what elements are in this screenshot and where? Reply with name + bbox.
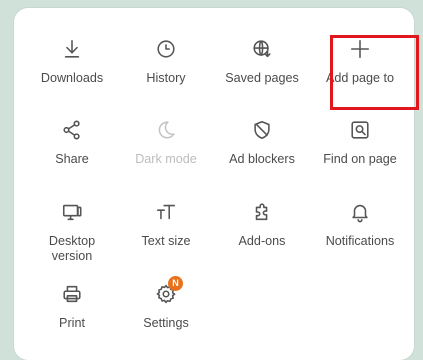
desktop-icon xyxy=(62,204,82,221)
menu-item-label: Dark mode xyxy=(135,152,197,166)
menu-item-history[interactable]: History xyxy=(120,38,212,86)
menu-item-find-on-page[interactable]: Find on page xyxy=(314,119,406,167)
more-menu-panel: Downloads History Saved pages Add page t… xyxy=(14,8,419,360)
share-icon xyxy=(63,120,80,140)
text-size-icon xyxy=(156,204,176,220)
menu-item-add-ons[interactable]: Add-ons xyxy=(216,201,308,249)
puzzle-icon xyxy=(255,203,268,221)
new-badge: N xyxy=(168,276,183,291)
moon-icon xyxy=(158,121,175,139)
menu-item-label: Print xyxy=(59,316,85,330)
menu-item-share[interactable]: Share xyxy=(26,119,118,167)
menu-item-label: Desktop version xyxy=(48,234,96,263)
download-icon xyxy=(64,39,80,58)
menu-item-desktop-version[interactable]: Desktop version xyxy=(26,201,118,264)
highlight-box xyxy=(330,35,419,110)
settings-icon-wrap: N xyxy=(155,276,183,305)
menu-item-downloads[interactable]: Downloads xyxy=(26,38,118,86)
menu-item-saved-pages[interactable]: Saved pages xyxy=(216,38,308,86)
menu-item-label: Settings xyxy=(143,316,189,330)
menu-item-label: Downloads xyxy=(40,71,104,85)
menu-item-text-size[interactable]: Text size xyxy=(120,201,212,249)
shield-icon xyxy=(254,120,270,140)
clock-icon xyxy=(157,40,175,58)
menu-item-label: Saved pages xyxy=(225,71,299,85)
menu-item-label: Notifications xyxy=(325,234,395,248)
menu-item-dark-mode[interactable]: Dark mode xyxy=(120,119,212,167)
menu-item-label: Ad blockers xyxy=(229,152,295,166)
printer-icon xyxy=(63,285,81,303)
menu-item-label: Add-ons xyxy=(238,234,286,248)
menu-item-label: History xyxy=(146,71,186,85)
menu-item-label: Text size xyxy=(141,234,191,248)
menu-item-label: Find on page xyxy=(323,152,397,166)
globe-download-icon xyxy=(253,40,271,58)
menu-item-notifications[interactable]: Notifications xyxy=(314,201,406,249)
bell-icon xyxy=(352,204,368,223)
menu-item-ad-blockers[interactable]: Ad blockers xyxy=(216,119,308,167)
find-on-page-icon xyxy=(351,121,369,139)
menu-item-settings[interactable]: N Settings xyxy=(120,276,212,331)
menu-item-print[interactable]: Print xyxy=(26,283,118,331)
menu-item-label: Share xyxy=(55,152,89,166)
